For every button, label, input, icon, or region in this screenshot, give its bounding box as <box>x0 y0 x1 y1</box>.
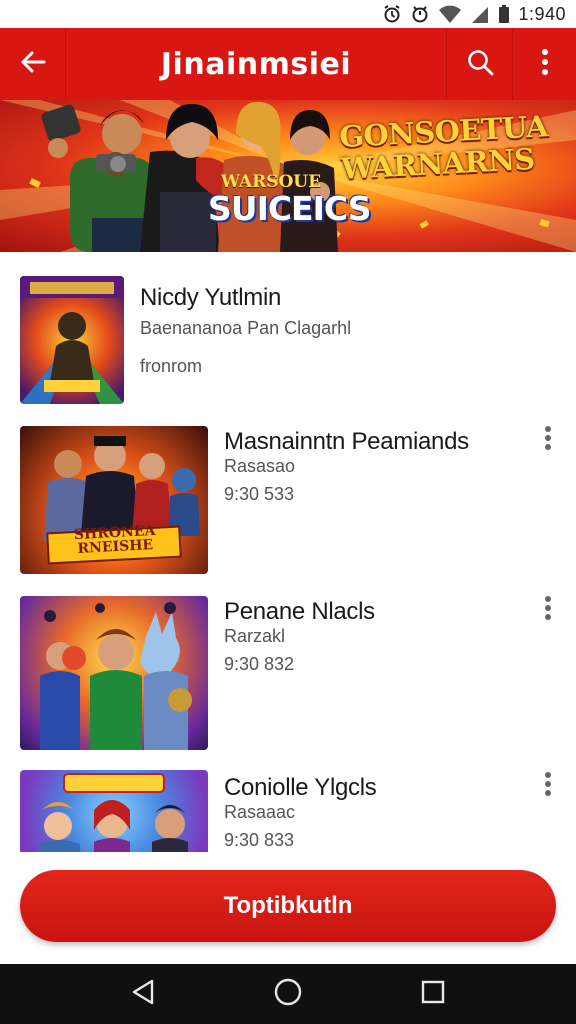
list-item[interactable]: Nicdy Yutlmin Baenananoa Pan Clagarhl fr… <box>0 252 576 418</box>
back-button[interactable] <box>0 28 66 100</box>
item-meta: 9:30 833 <box>224 830 295 850</box>
system-nav-bar <box>0 964 576 1024</box>
item-title: Masnainntn Peamiands <box>224 428 469 455</box>
item-subtitle: Rarzakl <box>224 626 286 646</box>
item-title: Nicdy Yutlmin <box>140 284 282 311</box>
nav-back-button[interactable] <box>113 964 173 1024</box>
more-options-button[interactable] <box>512 28 576 100</box>
cta-container: Toptibkutln <box>0 852 576 964</box>
list-item[interactable]: Penane Nlacls Rarzakl 9:30 832 <box>0 588 576 760</box>
item-subtitle: Baenananoa Pan Clagarhl <box>140 318 352 338</box>
banner-headline: GONSOETUA WARNARNS <box>338 109 549 186</box>
nav-home-button[interactable] <box>258 964 318 1024</box>
game-thumbnail: SHRONEA RNEISHE <box>20 426 208 574</box>
game-list: Nicdy Yutlmin Baenananoa Pan Clagarhl fr… <box>0 252 576 852</box>
game-thumbnail <box>20 596 208 750</box>
banner-subtitle-big: SUICEICS <box>208 189 371 228</box>
item-meta: 9:30 533 <box>224 484 295 504</box>
item-meta: fronrom <box>140 356 203 376</box>
square-recents-icon <box>420 979 446 1010</box>
screen: 1:940 Jinainmsiei GONSOETUA WARNARNS WAR… <box>0 0 576 1024</box>
app-bar: Jinainmsiei <box>0 28 576 100</box>
list-item[interactable]: Coniolle Ylgcls Rasaaac 9:30 833 <box>0 760 576 852</box>
item-more-button[interactable] <box>534 420 562 460</box>
more-vertical-icon <box>544 771 552 802</box>
promo-banner[interactable]: GONSOETUA WARNARNS WARSOUE SUICEICS <box>0 100 576 252</box>
item-title: Penane Nlacls <box>224 598 375 625</box>
vibrate-icon <box>410 4 430 24</box>
arrow-left-icon <box>18 47 48 82</box>
game-thumbnail <box>20 770 208 852</box>
more-vertical-icon <box>540 47 550 82</box>
app-title: Jinainmsiei <box>160 46 352 82</box>
nav-recents-button[interactable] <box>403 964 463 1024</box>
battery-icon <box>498 4 510 24</box>
game-thumbnail <box>20 276 124 404</box>
item-meta: 9:30 832 <box>224 654 295 674</box>
more-vertical-icon <box>544 595 552 626</box>
item-more-button[interactable] <box>534 590 562 630</box>
item-title: Coniolle Ylgcls <box>224 774 377 801</box>
status-bar: 1:940 <box>0 0 576 28</box>
circle-home-icon <box>273 977 303 1012</box>
list-item[interactable]: SHRONEA RNEISHE Masnainntn Peamiands Ras… <box>0 418 576 588</box>
item-subtitle: Rasaaac <box>224 802 296 822</box>
more-vertical-icon <box>544 425 552 456</box>
wifi-icon <box>438 4 462 24</box>
item-more-button[interactable] <box>534 766 562 806</box>
item-subtitle: Rasasao <box>224 456 296 476</box>
status-time: 1:940 <box>518 3 566 24</box>
primary-action-button[interactable]: Toptibkutln <box>20 870 556 942</box>
signal-icon <box>470 4 490 24</box>
triangle-back-icon <box>130 978 156 1011</box>
search-icon <box>465 47 495 82</box>
alarm-icon <box>382 4 402 24</box>
search-button[interactable] <box>446 28 512 100</box>
